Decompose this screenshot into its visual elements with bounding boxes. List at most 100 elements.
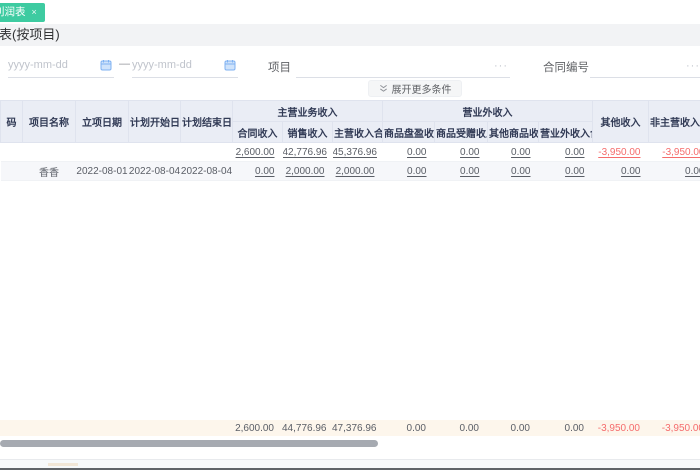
contract-input[interactable] xyxy=(590,54,700,76)
totals-amount: -3,950.00 xyxy=(648,420,700,436)
amount-drilldown-link[interactable]: 2,600.00 xyxy=(236,147,275,158)
col-header-sales-revenue: 销售收入 xyxy=(282,121,333,143)
amount-drilldown-link[interactable]: 0.00 xyxy=(407,166,426,177)
amount-drilldown-link[interactable]: 0.00 xyxy=(511,166,530,177)
cell-amount: 0.00 xyxy=(487,161,539,181)
totals-amount: 0.00 xyxy=(538,420,592,436)
col-header-setup-date: 立项日期 xyxy=(75,100,129,143)
cell-amount: -3,950.00 xyxy=(592,142,649,162)
col-header-other-goods-revenue: 其他商品收入 xyxy=(487,121,539,143)
cell-plan-end-date: 2022-08-04 xyxy=(180,161,233,181)
col-header-project-code: 码 xyxy=(0,100,23,143)
totals-amount: 2,600.00 xyxy=(232,420,282,436)
col-group-nonoperating-revenue: 营业外收入 xyxy=(382,100,593,122)
double-chevron-down-icon xyxy=(379,84,387,92)
expand-more-filters-label: 展开更多条件 xyxy=(391,85,452,96)
bottom-strip xyxy=(0,459,700,470)
totals-empty-cell xyxy=(180,420,232,436)
cell-project-code xyxy=(0,161,23,181)
cell-amount: 2,000.00 xyxy=(282,161,333,181)
totals-row: 2,600.00 44,776.96 47,376.96 0.00 0.00 0.00 0.… xyxy=(0,420,700,436)
expand-more-filters-button[interactable]: 展开更多条件 xyxy=(368,80,462,97)
cell-project-name xyxy=(22,142,76,162)
cell-amount: 0.00 xyxy=(232,161,283,181)
amount-drilldown-link[interactable]: 2,000.00 xyxy=(336,166,375,177)
table-row: 香香 2022-08-01 2022-08-04 2022-08-04 0.00 2,00… xyxy=(0,161,700,181)
tab-label: 利润表 xyxy=(0,6,26,18)
amount-drilldown-link[interactable]: 0.00 xyxy=(511,147,530,158)
calendar-icon[interactable] xyxy=(224,59,236,71)
amount-drilldown-link[interactable]: -3,950.00 xyxy=(662,147,700,158)
amount-drilldown-link[interactable]: 42,776.96 xyxy=(283,147,328,158)
table-row: 2,600.00 42,776.96 45,376.96 0.00 0.00 0.00 0.… xyxy=(0,142,700,162)
tab-bar: 利润表 × xyxy=(0,0,700,24)
date-end-input[interactable] xyxy=(132,54,238,76)
amount-drilldown-link[interactable]: 0.00 xyxy=(621,166,640,177)
amount-drilldown-link[interactable]: 45,376.96 xyxy=(333,147,378,158)
cell-plan-start-date xyxy=(128,142,181,162)
amount-drilldown-link[interactable]: 0.00 xyxy=(460,166,479,177)
totals-empty-cell xyxy=(75,420,128,436)
project-filter-label: 项目 xyxy=(268,62,291,74)
cell-amount: 0.00 xyxy=(382,161,435,181)
col-header-other-income: 其他收入 xyxy=(592,100,649,143)
amount-drilldown-link[interactable]: 0.00 xyxy=(460,147,479,158)
totals-empty-cell xyxy=(0,420,22,436)
cell-plan-end-date xyxy=(180,142,233,162)
cell-amount: 2,600.00 xyxy=(232,142,283,162)
col-header-goods-donated-revenue: 商品受赠收入 xyxy=(434,121,488,143)
amount-drilldown-link[interactable]: 0.00 xyxy=(565,147,584,158)
cell-setup-date: 2022-08-01 xyxy=(75,161,129,181)
report-table-area: 码 项目名称 立项日期 计划开始日期 计划结束日期 主营业务收入 营业外收入 其… xyxy=(0,100,700,420)
totals-table: 2,600.00 44,776.96 47,376.96 0.00 0.00 0.00 0.… xyxy=(0,420,700,436)
horizontal-scrollbar-thumb[interactable] xyxy=(0,440,378,447)
col-header-plan-start-date: 计划开始日期 xyxy=(128,100,181,143)
col-header-plan-end-date: 计划结束日期 xyxy=(180,100,233,143)
cell-amount: 0.00 xyxy=(538,142,593,162)
contract-picker-ellipsis-icon[interactable]: ··· xyxy=(686,60,700,72)
horizontal-scrollbar-track xyxy=(0,440,700,448)
totals-empty-cell xyxy=(128,420,180,436)
tab-income-report[interactable]: 利润表 × xyxy=(0,3,45,22)
cell-amount: 0.00 xyxy=(487,142,539,162)
cell-project-name: 香香 xyxy=(22,161,76,181)
cell-amount: 0.00 xyxy=(538,161,593,181)
date-range-separator: — xyxy=(119,58,130,70)
cell-amount: -3,950.00 xyxy=(648,142,700,162)
totals-amount: 47,376.96 xyxy=(332,420,382,436)
amount-drilldown-link[interactable]: 0.00 xyxy=(685,166,700,177)
page-title: 表(按项目) xyxy=(0,27,60,42)
col-header-goods-surplus-revenue: 商品盘盈收入 xyxy=(382,121,435,143)
cell-amount: 0.00 xyxy=(648,161,700,181)
calendar-icon[interactable] xyxy=(100,59,112,71)
cell-project-code xyxy=(0,142,23,162)
amount-drilldown-link[interactable]: -3,950.00 xyxy=(598,147,640,158)
col-header-contract-revenue: 合同收入 xyxy=(232,121,283,143)
col-header-main-revenue-total: 主营收入合计 xyxy=(332,121,383,143)
cell-setup-date xyxy=(75,142,129,162)
cell-amount: 0.00 xyxy=(434,161,488,181)
tab-close-icon[interactable]: × xyxy=(32,7,37,17)
totals-amount: -3,950.00 xyxy=(592,420,648,436)
col-header-project-name: 项目名称 xyxy=(22,100,76,143)
amount-drilldown-link[interactable]: 2,000.00 xyxy=(286,166,325,177)
totals-row-area: 2,600.00 44,776.96 47,376.96 0.00 0.00 0.00 0.… xyxy=(0,420,700,436)
contract-field: ··· xyxy=(590,54,700,78)
amount-drilldown-link[interactable]: 0.00 xyxy=(407,147,426,158)
amount-drilldown-link[interactable]: 0.00 xyxy=(255,166,274,177)
report-table: 码 项目名称 立项日期 计划开始日期 计划结束日期 主营业务收入 营业外收入 其… xyxy=(0,100,700,181)
cell-amount: 2,000.00 xyxy=(332,161,383,181)
page-title-bar: 表(按项目) xyxy=(0,24,700,46)
bottom-strip-artifact xyxy=(48,463,78,466)
cell-amount: 0.00 xyxy=(592,161,649,181)
col-header-nonmain-revenue-total: 非主营收入合计 xyxy=(648,100,700,143)
project-input[interactable] xyxy=(296,54,510,76)
col-group-main-revenue: 主营业务收入 xyxy=(232,100,383,122)
date-end-field xyxy=(132,54,238,78)
cell-amount: 45,376.96 xyxy=(332,142,383,162)
date-start-input[interactable] xyxy=(8,54,114,76)
col-header-nonoperating-revenue-total: 营业外收入合计 xyxy=(538,121,593,143)
amount-drilldown-link[interactable]: 0.00 xyxy=(565,166,584,177)
project-picker-ellipsis-icon[interactable]: ··· xyxy=(494,60,508,72)
project-field: ··· xyxy=(296,54,510,78)
